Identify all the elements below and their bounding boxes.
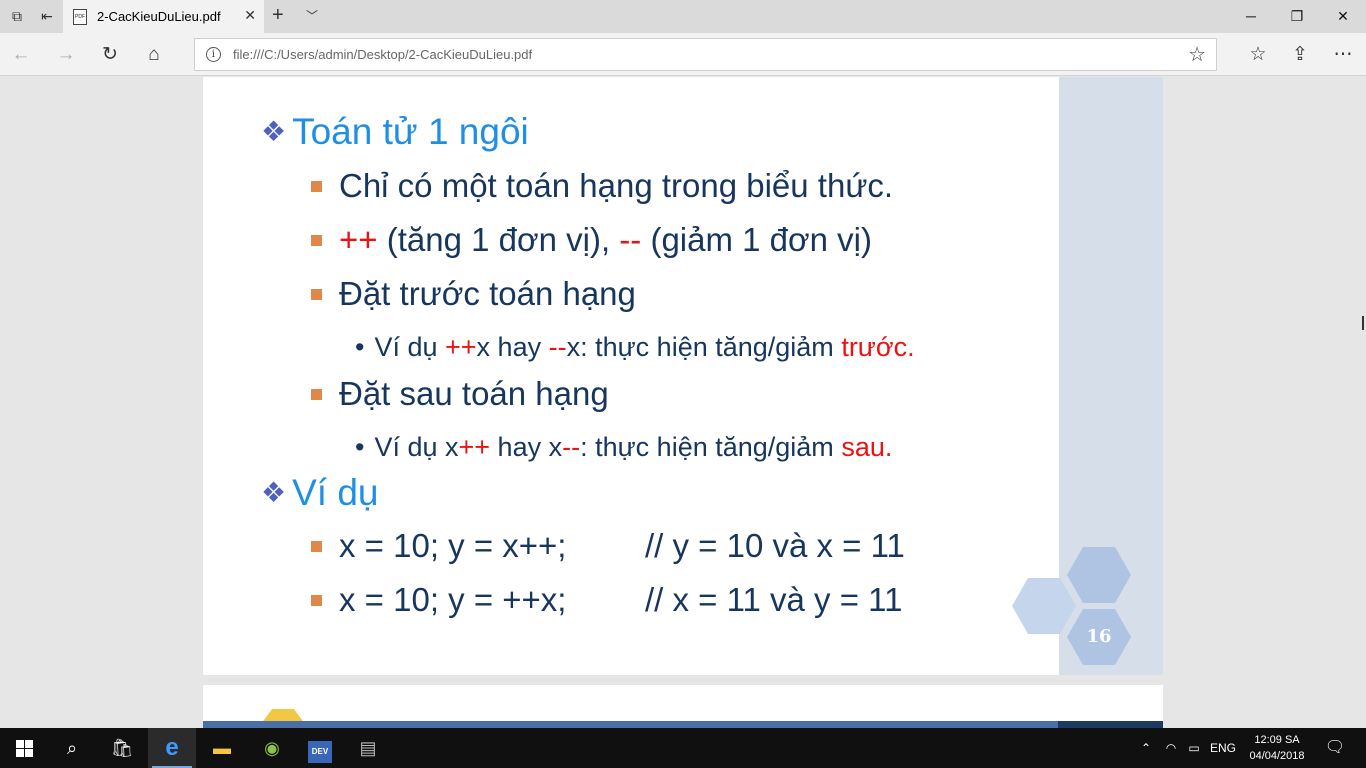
dot-bullet-icon: •	[355, 432, 365, 462]
taskbar: ⌕ 🛍 e ▬ ◉ DEV ▤ ⌃ ◠ ▭ ENG 12:09 SA 04/04…	[0, 728, 1366, 768]
list-item-text: Đặt trước toán hạng	[339, 275, 636, 312]
list-item-text: Đặt sau toán hạng	[339, 375, 609, 412]
tab-active[interactable]: PDF 2-CacKieuDuLieu.pdf ✕	[63, 0, 264, 33]
favorite-star-icon[interactable]: ☆	[1188, 42, 1206, 67]
search-icon[interactable]: ⌕	[48, 728, 96, 768]
operator-text: --	[619, 221, 642, 258]
pdf-page-next	[203, 685, 1163, 728]
sub-list-item: • Ví dụ ++x hay --x: thực hiện tăng/giảm …	[355, 332, 915, 363]
square-bullet-icon	[311, 235, 322, 246]
example-code: x = 10; y = ++x;	[339, 581, 567, 618]
highlight-text: sau.	[841, 432, 893, 462]
show-hidden-icons-chevron-up-icon[interactable]: ⌃	[1136, 728, 1156, 768]
operator-text: ++	[445, 332, 477, 362]
clock[interactable]: 12:09 SA 04/04/2018	[1245, 732, 1309, 764]
more-menu-icon[interactable]: ⋯	[1330, 42, 1356, 68]
url-text[interactable]: file:///C:/Users/admin/Desktop/2-CacKieu…	[233, 47, 532, 62]
tab-close-icon[interactable]: ✕	[244, 7, 256, 24]
restore-button[interactable]: ❐	[1274, 0, 1320, 33]
sub-text: hay x	[490, 432, 563, 462]
pdf-file-icon: PDF	[73, 9, 87, 25]
sub-text: x hay	[476, 332, 549, 362]
devcpp-icon[interactable]: DEV	[296, 728, 344, 768]
action-center-icon[interactable]: 🗨	[1320, 728, 1350, 768]
square-bullet-icon	[311, 541, 322, 552]
list-item: ++ (tăng 1 đơn vị), -- (giảm 1 đơn vị)	[311, 221, 872, 259]
sub-text: Ví dụ x	[374, 432, 459, 462]
sub-text: : thực hiện tăng/giảm	[580, 432, 842, 462]
square-bullet-icon	[311, 389, 322, 400]
tab-preview-icon[interactable]: ⧉	[6, 6, 28, 26]
square-bullet-icon	[311, 181, 322, 192]
operator-text: ++	[339, 221, 378, 258]
close-window-button[interactable]: ✕	[1320, 0, 1366, 33]
highlight-text: trước.	[841, 332, 915, 362]
input-language[interactable]: ENG	[1208, 728, 1238, 768]
operator-text: ++	[458, 432, 491, 462]
coccoc-browser-icon[interactable]: ◉	[248, 728, 296, 768]
heading-text: Toán tử 1 ngôi	[292, 111, 529, 152]
list-item: Chỉ có một toán hạng trong biểu thức.	[311, 167, 894, 205]
clock-time: 12:09 SA	[1254, 734, 1300, 746]
forward-button[interactable]: →	[53, 42, 79, 68]
slide-header-bar	[203, 721, 1058, 728]
slide-page-number: 16	[1086, 626, 1112, 647]
list-item-text: (giảm 1 đơn vị)	[641, 221, 872, 258]
set-tabs-aside-icon[interactable]: ⇤	[36, 6, 58, 26]
square-bullet-icon	[311, 595, 322, 606]
share-icon[interactable]: ⇪	[1287, 42, 1313, 68]
sub-text: x: thực hiện tăng/giảm	[566, 332, 842, 362]
chevron-down-icon[interactable]: ﹀	[306, 7, 318, 24]
example-comment: // y = 10 và x = 11	[645, 527, 905, 564]
windows-logo-icon	[16, 740, 33, 757]
sub-text: Ví dụ	[374, 332, 445, 362]
app-window-icon[interactable]: ▤	[344, 728, 392, 768]
home-button[interactable]: ⌂	[141, 42, 167, 68]
navigation-bar: ← → ↻ ⌂ i file:///C:/Users/admin/Desktop…	[0, 33, 1366, 76]
list-item-text: (tăng 1 đơn vị),	[377, 221, 620, 258]
diamond-bullet-icon: ❖	[261, 477, 287, 508]
example-item: x = 10; y = ++x; // x = 11 và y = 11	[311, 581, 903, 619]
info-icon[interactable]: i	[206, 47, 221, 62]
battery-icon[interactable]: ▭	[1183, 728, 1205, 768]
refresh-button[interactable]: ↻	[97, 42, 123, 68]
address-bar[interactable]: i file:///C:/Users/admin/Desktop/2-CacKi…	[194, 38, 1217, 71]
favorites-hub-icon[interactable]: ☆	[1245, 42, 1271, 68]
example-comment: // x = 11 và y = 11	[645, 581, 903, 618]
dot-bullet-icon: •	[355, 332, 365, 362]
tab-title: 2-CacKieuDuLieu.pdf	[97, 9, 221, 24]
wifi-icon[interactable]: ◠	[1160, 728, 1182, 768]
slide-header-dark-bar	[1058, 721, 1163, 728]
operator-text: --	[548, 332, 567, 362]
sub-list-item: • Ví dụ x++ hay x--: thực hiện tăng/giảm …	[355, 432, 892, 463]
pdf-page: ❖ Toán tử 1 ngôi Chỉ có một toán hạng tro…	[203, 77, 1163, 675]
heading-text: Ví dụ	[292, 472, 379, 513]
minimize-button[interactable]: ─	[1228, 0, 1274, 33]
pdf-viewer[interactable]: ❖ Toán tử 1 ngôi Chỉ có một toán hạng tro…	[0, 77, 1366, 728]
list-item-text: Chỉ có một toán hạng trong biểu thức.	[339, 167, 894, 204]
example-code: x = 10; y = x++;	[339, 527, 567, 564]
file-explorer-icon[interactable]: ▬	[198, 728, 246, 768]
tab-bar: ⧉ ⇤ PDF 2-CacKieuDuLieu.pdf ✕ + ﹀ ─ ❐ ✕	[0, 0, 1366, 33]
clock-date: 04/04/2018	[1249, 750, 1305, 762]
square-bullet-icon	[311, 289, 322, 300]
list-item: Đặt trước toán hạng	[311, 275, 636, 313]
heading-examples: ❖ Ví dụ	[261, 472, 379, 514]
store-icon[interactable]: 🛍	[98, 728, 146, 768]
list-item: Đặt sau toán hạng	[311, 375, 609, 413]
operator-text: --	[562, 432, 581, 462]
edge-icon[interactable]: e	[148, 728, 196, 768]
back-button[interactable]: ←	[8, 42, 34, 68]
new-tab-button[interactable]: +	[272, 4, 284, 27]
start-button[interactable]	[0, 728, 48, 768]
example-item: x = 10; y = x++; // y = 10 và x = 11	[311, 527, 905, 565]
diamond-bullet-icon: ❖	[261, 116, 287, 147]
heading-unary-operators: ❖ Toán tử 1 ngôi	[261, 111, 529, 153]
scrollbar-thumb[interactable]	[1362, 316, 1364, 330]
